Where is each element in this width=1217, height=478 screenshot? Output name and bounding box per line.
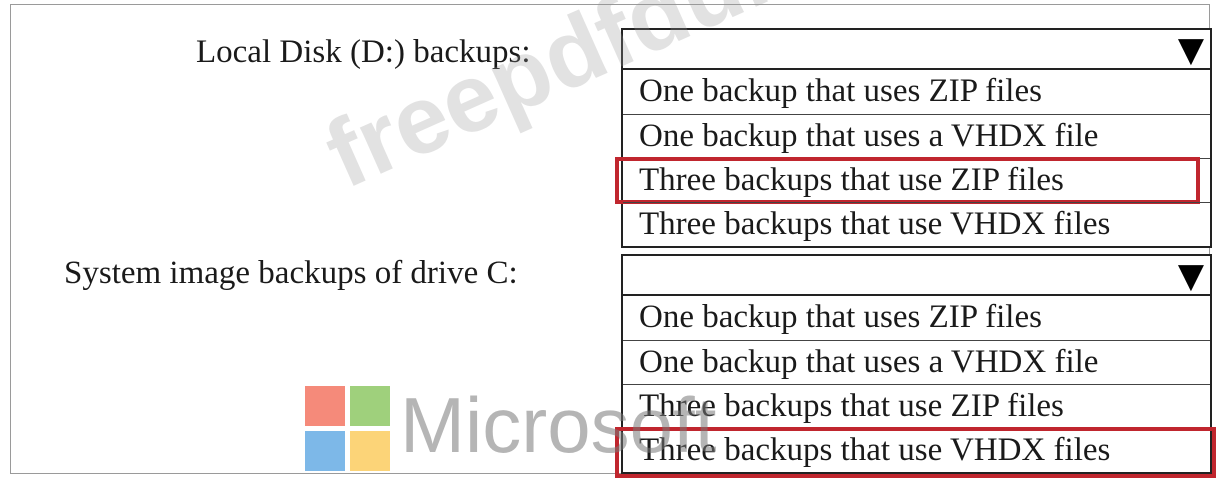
option-one-vhdx[interactable]: One backup that uses a VHDX file [623,340,1210,384]
option-three-zip-selected[interactable]: Three backups that use ZIP files [615,157,1210,204]
question-label-local-disk: Local Disk (D:) backups: [196,34,531,70]
select-box-local-disk[interactable]: ▼ [621,28,1212,70]
select-box-system-image[interactable]: ▼ [621,254,1212,296]
question-label-system-image: System image backups of drive C: [64,255,518,291]
option-list-local-disk: One backup that uses ZIP files One backu… [615,70,1212,248]
option-one-zip[interactable]: One backup that uses ZIP files [623,296,1210,340]
option-three-vhdx[interactable]: Three backups that use VHDX files [623,202,1210,246]
triangle-down-icon[interactable]: ▼ [1178,30,1204,70]
option-one-vhdx[interactable]: One backup that uses a VHDX file [623,114,1210,158]
microsoft-logo-icon [305,386,393,474]
option-one-zip[interactable]: One backup that uses ZIP files [623,70,1210,114]
microsoft-logo-text: Microsoft [400,381,717,469]
dropdown-local-disk[interactable]: ▼ One backup that uses ZIP files One bac… [615,28,1212,248]
triangle-down-icon[interactable]: ▼ [1178,256,1204,296]
